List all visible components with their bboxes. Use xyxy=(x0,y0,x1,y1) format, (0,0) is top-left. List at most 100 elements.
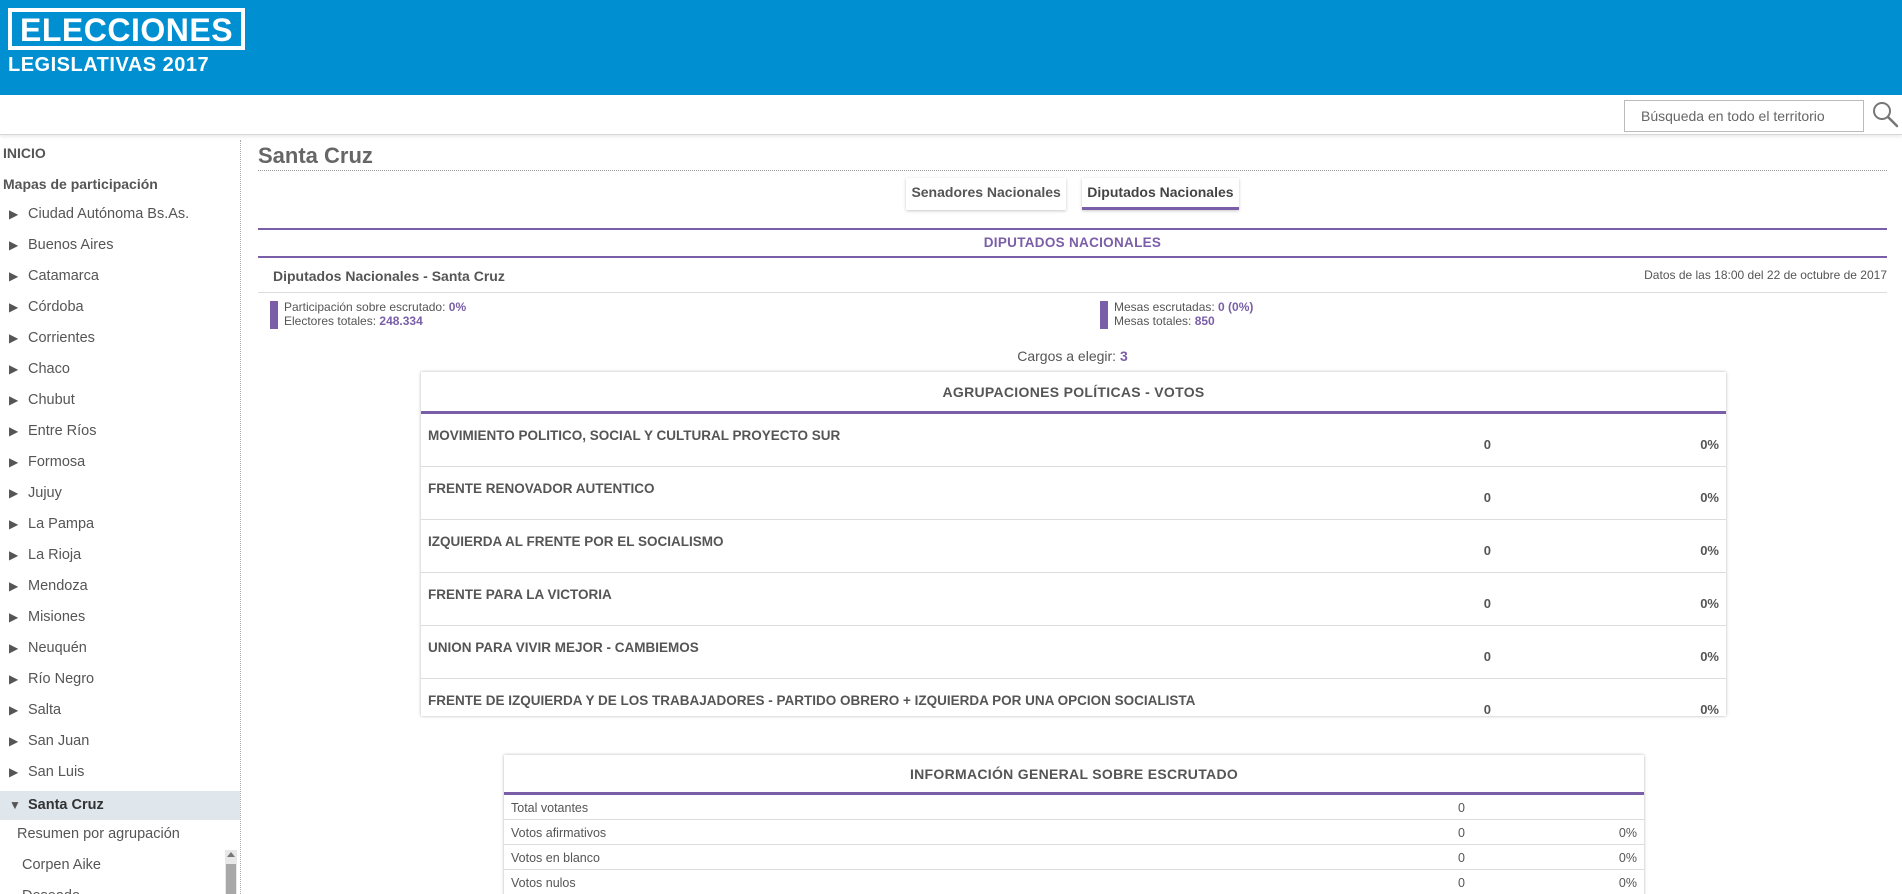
page-title: Santa Cruz xyxy=(258,140,1887,171)
sidebar-item-label: La Rioja xyxy=(28,547,82,563)
sidebar-item-label: Jujuy xyxy=(28,485,62,501)
sidebar-sub-deseado[interactable]: Deseado xyxy=(0,882,240,894)
sidebar-sub-resumen[interactable]: Resumen por agrupación xyxy=(0,820,240,851)
triangle-right-icon: ▶ xyxy=(9,734,19,748)
sidebar-item-province[interactable]: ▶ Río Negro xyxy=(0,667,240,698)
party-name: MOVIMIENTO POLITICO, SOCIAL Y CULTURAL P… xyxy=(428,428,841,443)
general-label: Votos en blanco xyxy=(511,851,600,865)
sidebar-item-label: Neuquén xyxy=(28,640,87,656)
subheader-title: Diputados Nacionales - Santa Cruz xyxy=(273,268,505,284)
general-pct: 0% xyxy=(1618,876,1637,890)
electores-value: 248.334 xyxy=(379,314,423,328)
sidebar-item-province[interactable]: ▶ Chubut xyxy=(0,388,240,419)
participation-value: 0% xyxy=(448,300,467,314)
scrollbar-thumb[interactable] xyxy=(226,864,236,894)
party-votes: 0 xyxy=(1483,702,1491,717)
search-input[interactable] xyxy=(1624,100,1864,132)
mesas-totales-label: Mesas totales: xyxy=(1114,314,1195,328)
party-votes: 0 xyxy=(1483,490,1491,505)
sidebar-item-label: San Luis xyxy=(28,764,85,780)
triangle-right-icon: ▶ xyxy=(9,486,19,500)
table-row[interactable]: FRENTE RENOVADOR AUTENTICO 0 0% xyxy=(421,467,1726,520)
party-pct: 0% xyxy=(1700,596,1719,611)
table-row[interactable]: FRENTE PARA LA VICTORIA 0 0% xyxy=(421,573,1726,626)
logo-title: ELECCIONES xyxy=(8,8,246,50)
sidebar-item-province[interactable]: ▶ San Juan xyxy=(0,729,240,760)
results-subheader: Diputados Nacionales - Santa Cruz Datos … xyxy=(258,260,1887,293)
main-content: Santa Cruz Senadores Nacionales Diputado… xyxy=(258,140,1887,894)
general-table-title: INFORMACIÓN GENERAL SOBRE ESCRUTADO xyxy=(504,755,1644,795)
sidebar-item-province[interactable]: ▶ Ciudad Autónoma Bs.As. xyxy=(0,202,240,233)
mesas-escrutadas-value: 0 (0%) xyxy=(1218,300,1254,314)
party-votes: 0 xyxy=(1483,649,1491,664)
sidebar-link-mapas[interactable]: Mapas de participación xyxy=(0,171,240,202)
scroll-up-icon[interactable] xyxy=(227,852,235,857)
sidebar-item-label: Chubut xyxy=(28,392,75,408)
search-icon[interactable] xyxy=(1871,100,1899,128)
sidebar-scrollbar[interactable] xyxy=(225,850,237,894)
data-timestamp: Datos de las 18:00 del 22 de octubre de … xyxy=(1644,268,1887,282)
sidebar-item-province[interactable]: ▶ Chaco xyxy=(0,357,240,388)
party-pct: 0% xyxy=(1700,490,1719,505)
sidebar-item-label: Formosa xyxy=(28,454,86,470)
general-label: Total votantes xyxy=(511,801,589,815)
sidebar-sub-corpen-aike[interactable]: Corpen Aike xyxy=(0,851,240,882)
party-votes: 0 xyxy=(1483,596,1491,611)
general-label: Votos afirmativos xyxy=(511,826,607,840)
participation-label: Participación sobre escrutado: xyxy=(284,300,449,314)
sidebar-item-province[interactable]: ▶ Entre Ríos xyxy=(0,419,240,450)
party-pct: 0% xyxy=(1700,649,1719,664)
search-bar xyxy=(0,95,1902,135)
table-row[interactable]: UNION PARA VIVIR MEJOR - CAMBIEMOS 0 0% xyxy=(421,626,1726,679)
general-pct: 0% xyxy=(1618,826,1637,840)
sidebar-item-label: Misiones xyxy=(28,609,86,625)
party-name: IZQUIERDA AL FRENTE POR EL SOCIALISMO xyxy=(428,534,724,549)
sidebar-item-province[interactable]: ▶ La Rioja xyxy=(0,543,240,574)
sidebar-item-label: Córdoba xyxy=(28,299,84,315)
sidebar-item-label: Ciudad Autónoma Bs.As. xyxy=(28,206,190,222)
elecciones-logo[interactable]: ELECCIONES LEGISLATIVAS 2017 xyxy=(8,8,246,82)
party-votes: 0 xyxy=(1483,437,1491,452)
sidebar-item-province[interactable]: ▶ Buenos Aires xyxy=(0,233,240,264)
sidebar-link-inicio[interactable]: INICIO xyxy=(0,140,240,171)
table-row: Total votantes 0 xyxy=(504,795,1644,820)
electores-label: Electores totales: xyxy=(284,314,380,328)
sidebar-item-province[interactable]: ▶ San Luis xyxy=(0,760,240,791)
sidebar-item-province[interactable]: ▶ Salta xyxy=(0,698,240,729)
general-value: 0 xyxy=(1458,876,1465,890)
sidebar-item-province[interactable]: ▶ Misiones xyxy=(0,605,240,636)
sidebar-item-santa-cruz[interactable]: ▼ Santa Cruz xyxy=(0,791,240,820)
sidebar-item-province[interactable]: ▶ Formosa xyxy=(0,450,240,481)
sidebar-item-province[interactable]: ▶ Córdoba xyxy=(0,295,240,326)
sidebar-item-province[interactable]: ▶ Catamarca xyxy=(0,264,240,295)
triangle-right-icon: ▶ xyxy=(9,393,19,407)
sidebar-item-province[interactable]: ▶ La Pampa xyxy=(0,512,240,543)
triangle-right-icon: ▶ xyxy=(9,765,19,779)
triangle-right-icon: ▶ xyxy=(9,238,19,252)
triangle-right-icon: ▶ xyxy=(9,362,19,376)
triangle-right-icon: ▶ xyxy=(9,517,19,531)
sidebar-item-province[interactable]: ▶ Mendoza xyxy=(0,574,240,605)
table-row: Votos nulos 0 0% xyxy=(504,870,1644,894)
tab-senadores[interactable]: Senadores Nacionales xyxy=(906,178,1066,210)
sidebar-item-province[interactable]: ▶ Neuquén xyxy=(0,636,240,667)
sidebar-item-label: Mendoza xyxy=(28,578,88,594)
cargos-a-elegir: Cargos a elegir: 3 xyxy=(258,348,1887,364)
triangle-right-icon: ▶ xyxy=(9,610,19,624)
site-header: ELECCIONES LEGISLATIVAS 2017 xyxy=(0,0,1902,95)
sidebar-item-label: Entre Ríos xyxy=(28,423,97,439)
triangle-right-icon: ▶ xyxy=(9,703,19,717)
party-name: FRENTE RENOVADOR AUTENTICO xyxy=(428,481,655,496)
sidebar-item-province[interactable]: ▶ Corrientes xyxy=(0,326,240,357)
tab-diputados[interactable]: Diputados Nacionales xyxy=(1082,178,1239,210)
table-row[interactable]: IZQUIERDA AL FRENTE POR EL SOCIALISMO 0 … xyxy=(421,520,1726,573)
sidebar-item-province[interactable]: ▶ Jujuy xyxy=(0,481,240,512)
mesas-totales-value: 850 xyxy=(1194,314,1215,328)
table-row[interactable]: MOVIMIENTO POLITICO, SOCIAL Y CULTURAL P… xyxy=(421,414,1726,467)
triangle-right-icon: ▶ xyxy=(9,269,19,283)
triangle-right-icon: ▶ xyxy=(9,455,19,469)
table-row[interactable]: FRENTE DE IZQUIERDA Y DE LOS TRABAJADORE… xyxy=(421,679,1726,732)
sidebar-nav: INICIO Mapas de participación ▶ Ciudad Au… xyxy=(0,140,241,894)
parties-votes-table: AGRUPACIONES POLÍTICAS - VOTOS MOVIMIENT… xyxy=(421,372,1726,717)
stat-marker xyxy=(1100,301,1108,329)
